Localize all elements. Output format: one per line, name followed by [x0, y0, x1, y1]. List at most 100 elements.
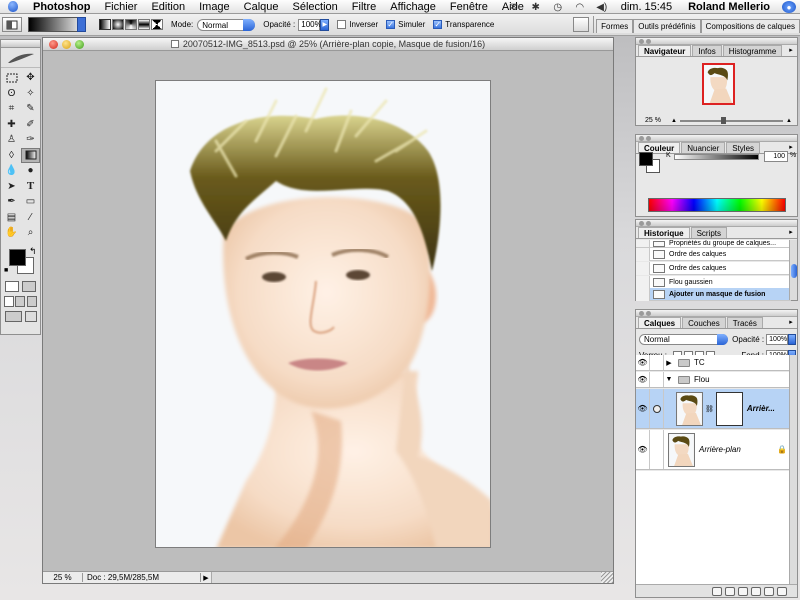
- eraser-tool-icon[interactable]: ◊: [2, 148, 21, 164]
- apple-menu-icon[interactable]: [0, 0, 26, 14]
- menu-edition[interactable]: Edition: [144, 0, 192, 14]
- bluetooth-icon[interactable]: ✱: [525, 0, 547, 14]
- volume-icon[interactable]: ◀): [591, 0, 613, 14]
- wifi-icon[interactable]: ◠: [569, 0, 591, 14]
- document-proxy-icon[interactable]: [170, 40, 179, 48]
- k-channel-value[interactable]: 100: [764, 151, 788, 162]
- reflected-gradient-button[interactable]: [138, 19, 150, 30]
- adjustment-layer-icon[interactable]: [751, 586, 761, 596]
- add-mask-icon[interactable]: [725, 586, 735, 596]
- layer-style-icon[interactable]: [712, 586, 722, 596]
- notes-tool-icon[interactable]: ▤: [2, 210, 21, 226]
- mail-icon[interactable]: ✉: [503, 0, 525, 14]
- menu-user[interactable]: Roland Mellerio: [680, 0, 778, 14]
- magic-wand-icon[interactable]: ✧: [21, 86, 40, 102]
- opacity-arrow[interactable]: ▶: [320, 18, 330, 31]
- tab-scripts[interactable]: Scripts: [690, 227, 728, 238]
- navigator-zoom-slider[interactable]: [679, 116, 784, 124]
- marquee-tool-icon[interactable]: [2, 70, 21, 86]
- zoom-out-icon[interactable]: ▲: [671, 118, 677, 124]
- well-tab-compositions[interactable]: Compositions de calques: [700, 19, 800, 33]
- tab-histogramme[interactable]: Histogramme: [722, 45, 783, 56]
- well-tab-outils[interactable]: Outils prédéfinis: [633, 19, 701, 33]
- tab-styles[interactable]: Styles: [726, 142, 761, 153]
- document-titlebar[interactable]: 20070512-IMG_8513.psd @ 25% (Arrière-pla…: [43, 38, 613, 51]
- trash-icon[interactable]: [777, 586, 787, 596]
- transparency-checkbox[interactable]: ✓ Transparence: [433, 20, 494, 29]
- history-scrollbar[interactable]: [789, 240, 797, 300]
- layer-row-arriere-plan[interactable]: 👁 Arrière-plan 🔒: [636, 430, 791, 470]
- lasso-tool-icon[interactable]: ʘ: [2, 86, 21, 102]
- file-browser-button[interactable]: [573, 17, 590, 32]
- group-collapse-triangle-icon[interactable]: ▼: [664, 376, 674, 383]
- tool-preset-picker[interactable]: [2, 17, 22, 32]
- clone-stamp-icon[interactable]: ♙: [2, 132, 21, 148]
- diamond-gradient-button[interactable]: [151, 19, 163, 30]
- opacity-field[interactable]: 100%: [298, 18, 322, 31]
- color-spectrum-ramp[interactable]: [648, 198, 786, 212]
- history-menu-icon[interactable]: ▸: [785, 227, 797, 238]
- adobe-online-icon[interactable]: [1, 48, 40, 68]
- dodge-tool-icon[interactable]: ●: [21, 163, 40, 179]
- color-panel-titlebar[interactable]: [636, 135, 797, 142]
- history-item[interactable]: Ordre des calques: [636, 247, 791, 261]
- layer-opacity-field[interactable]: 100%: [766, 333, 789, 345]
- invert-checkbox[interactable]: Inverser: [337, 20, 378, 29]
- move-tool-icon[interactable]: ✥: [21, 70, 40, 86]
- history-scroll-thumb[interactable]: [791, 264, 797, 278]
- history-panel-titlebar[interactable]: [636, 220, 797, 227]
- status-menu-arrow[interactable]: ▶: [201, 574, 211, 582]
- default-colors-icon[interactable]: ■: [4, 267, 8, 274]
- menu-calque[interactable]: Calque: [237, 0, 286, 14]
- radial-gradient-button[interactable]: [112, 19, 124, 30]
- brush-tool-icon[interactable]: ✐: [21, 117, 40, 133]
- tab-traces[interactable]: Tracés: [726, 317, 763, 328]
- color-panel-foreground[interactable]: [639, 152, 653, 166]
- menu-clock[interactable]: dim. 15:45: [613, 0, 680, 14]
- k-channel-slider[interactable]: [674, 154, 759, 160]
- path-selection-icon[interactable]: ➤: [2, 179, 21, 195]
- layer-blend-mode-select[interactable]: Normal: [639, 333, 729, 345]
- mode-select[interactable]: Normal: [197, 18, 256, 31]
- tab-couches[interactable]: Couches: [682, 317, 726, 328]
- standard-screen-button[interactable]: [3, 295, 14, 307]
- new-group-icon[interactable]: [738, 586, 748, 596]
- crop-tool-icon[interactable]: ⌗: [2, 101, 21, 117]
- toolbox-titlebar[interactable]: [1, 40, 40, 48]
- layer-visibility-eye-icon[interactable]: 👁: [636, 389, 650, 428]
- menu-image[interactable]: Image: [192, 0, 237, 14]
- menu-app-photoshop[interactable]: Photoshop: [26, 0, 97, 14]
- resize-grip[interactable]: [601, 572, 613, 583]
- layer-visibility-eye-icon[interactable]: 👁: [636, 430, 650, 469]
- standard-mode-button[interactable]: [4, 280, 19, 292]
- history-brush-icon[interactable]: ✑: [21, 132, 40, 148]
- layer-opacity-arrow[interactable]: [788, 333, 796, 345]
- close-window-button[interactable]: [49, 40, 58, 49]
- pen-tool-icon[interactable]: ✒: [2, 194, 21, 210]
- layer-link-cell[interactable]: [650, 372, 664, 387]
- chain-link-icon[interactable]: ⛓: [705, 405, 714, 413]
- menu-filtre[interactable]: Filtre: [345, 0, 383, 14]
- layer-mask-indicator-icon[interactable]: [650, 389, 664, 428]
- angle-gradient-button[interactable]: [125, 19, 137, 30]
- group-expand-triangle-icon[interactable]: ▶: [664, 359, 674, 367]
- navigator-panel-titlebar[interactable]: [636, 38, 797, 45]
- history-source-cell[interactable]: [636, 287, 650, 301]
- tab-navigateur[interactable]: Navigateur: [638, 45, 692, 56]
- blur-tool-icon[interactable]: 💧: [2, 163, 21, 179]
- layers-menu-icon[interactable]: ▸: [785, 317, 797, 328]
- layer-row-arriere-plan-copie[interactable]: 👁 ⛓ Arrièr...: [636, 389, 791, 429]
- history-item-selected[interactable]: Ajouter un masque de fusion: [636, 287, 791, 301]
- jump-to-imageready-button[interactable]: [4, 310, 22, 322]
- well-tab-formes[interactable]: Formes: [596, 19, 634, 33]
- eyedropper-icon[interactable]: ⁄: [21, 210, 40, 226]
- navigator-thumbnail[interactable]: [702, 63, 735, 105]
- tab-infos[interactable]: Infos: [692, 45, 722, 56]
- layers-empty-area[interactable]: [636, 471, 791, 584]
- layer-visibility-eye-icon[interactable]: 👁: [636, 372, 650, 387]
- layer-row-flou[interactable]: 👁 ▼ Flou: [636, 372, 791, 388]
- new-layer-icon[interactable]: [764, 586, 774, 596]
- layer-thumbnail[interactable]: [668, 432, 695, 467]
- layer-link-cell[interactable]: [650, 430, 664, 469]
- hand-tool-icon[interactable]: ✋: [2, 225, 21, 241]
